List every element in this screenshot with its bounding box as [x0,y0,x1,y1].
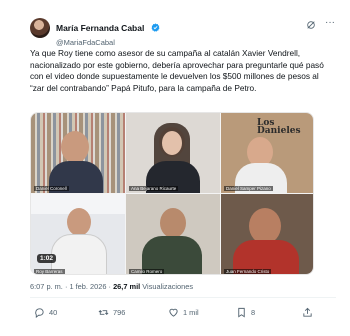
repost-count: 796 [113,307,126,317]
reply-count: 40 [49,307,58,317]
repost-button[interactable]: 796 [98,306,125,318]
participant-name: Juan Fernando Cristo [224,269,272,274]
video-duration: 1:02 [37,254,57,263]
reply-icon [35,307,44,318]
avatar[interactable] [30,18,50,38]
participant-name: Camilo Romero [129,269,165,274]
meta-separator: · [108,282,111,291]
meta-separator: · [64,282,68,291]
tweet-date[interactable]: 1 feb. 2026 [69,282,106,291]
participant-name: Daniel Samper Pizano [224,186,273,191]
like-button[interactable]: 1 mil [168,306,199,318]
bookmark-button[interactable]: 8 [236,306,255,318]
tweet-card[interactable]: María Fernanda Cabal @MariaFdaCabal ··· … [0,0,350,336]
action-bar: 40 796 1 mil 8 [30,306,320,320]
tweet-text: Ya que Roy tiene como asesor de su campa… [30,48,324,93]
video-tile-2: Ana Bejarano Ricaurte [126,113,220,193]
tweet-header: María Fernanda Cabal @MariaFdaCabal ··· [30,18,338,47]
share-icon [303,307,312,317]
tweet-time[interactable]: 6:07 p. m. [30,282,63,291]
video-tile-6: Juan Fernando Cristo [221,194,313,274]
video-player[interactable]: Daniel Coronell Ana Bejarano Ricaurte Lo… [30,112,314,275]
video-tile-1: Daniel Coronell [31,113,125,193]
divider [30,297,336,298]
like-count: 1 mil [183,307,199,317]
video-overlay-text: Los Danieles [257,118,301,136]
heart-icon [169,308,178,317]
handle[interactable]: @MariaFdaCabal [56,38,160,47]
views-label: Visualizaciones [142,282,194,291]
more-options-icon[interactable]: ··· [324,18,336,30]
reply-button[interactable]: 40 [34,306,57,318]
verified-badge-icon [151,23,160,32]
author-names: María Fernanda Cabal @MariaFdaCabal [56,18,160,47]
bookmark-count: 8 [251,307,256,317]
share-button[interactable] [302,306,313,318]
video-tile-5: Camilo Romero [126,194,220,274]
repost-icon [98,309,109,315]
participant-name: Daniel Coronell [34,186,69,191]
bookmark-icon [238,307,245,317]
tweet-meta: 6:07 p. m. · 1 feb. 2026 · 26,7 mil Visu… [30,282,193,291]
participant-name: Ana Bejarano Ricaurte [129,186,179,191]
participant-name: Roy Barreras [34,269,65,274]
views-count[interactable]: 26,7 mil [113,282,140,291]
video-tile-3: Los Danieles Daniel Samper Pizano [221,113,313,193]
grok-icon[interactable] [306,20,316,30]
display-name[interactable]: María Fernanda Cabal [56,23,144,33]
